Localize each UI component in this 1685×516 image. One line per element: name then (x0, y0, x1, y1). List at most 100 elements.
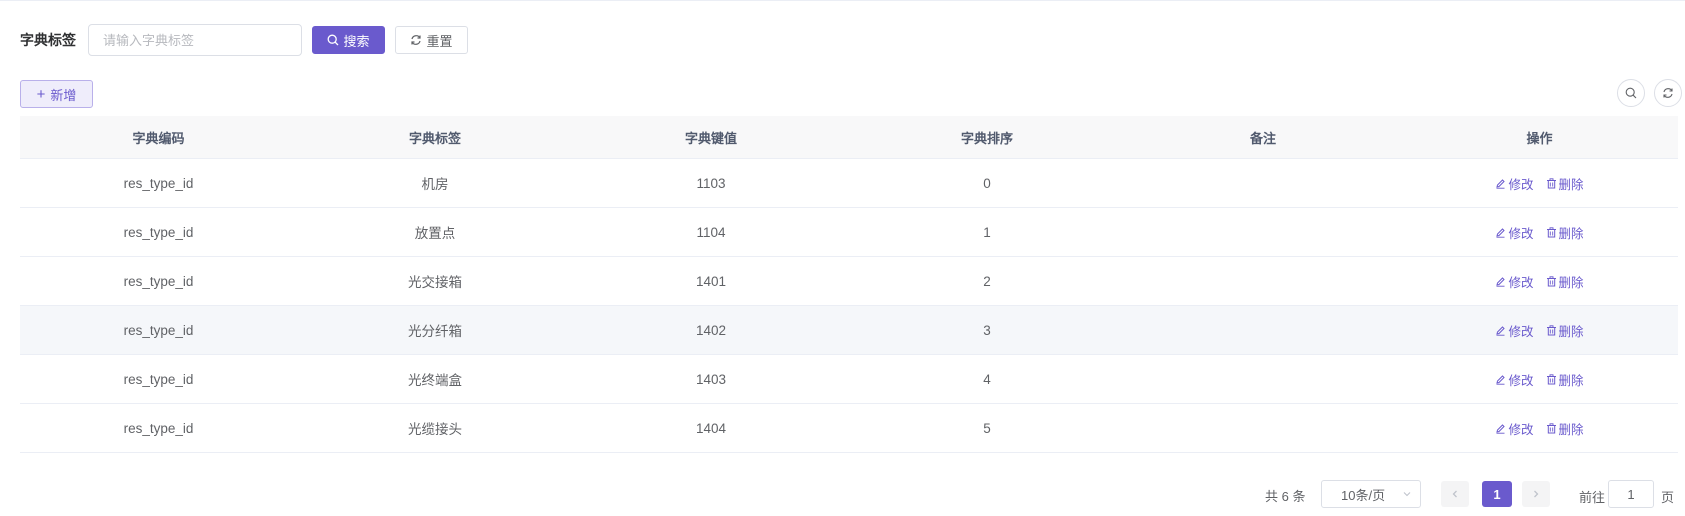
goto-page-input[interactable] (1608, 480, 1654, 508)
cell-label: 光终端盒 (408, 373, 462, 388)
dict-label-search-input[interactable] (88, 24, 302, 56)
column-header-label: 字典标签 (408, 130, 461, 146)
refresh-icon (411, 35, 422, 45)
cell-value: 1403 (695, 371, 727, 387)
reset-button-label: 重置 (426, 33, 453, 49)
cell-label: 放置点 (414, 226, 456, 241)
delete-button[interactable]: 删除 (1546, 370, 1584, 389)
trash-icon (1546, 177, 1556, 188)
edit-icon (1496, 178, 1506, 189)
pagination-total: 共 6 条 (1265, 489, 1306, 504)
page-number-current[interactable]: 1 (1482, 481, 1512, 507)
edit-button[interactable]: 修改 (1495, 174, 1534, 193)
delete-label: 删除 (1558, 422, 1584, 437)
cell-code: res_type_id (123, 224, 194, 240)
page-size-select[interactable]: 10条/页 (1321, 480, 1421, 508)
refresh-icon (1663, 88, 1673, 98)
cell-sort: 0 (983, 175, 991, 191)
cell-sort: 4 (983, 371, 991, 387)
next-page-button[interactable] (1522, 481, 1550, 507)
cell-value: 1104 (696, 224, 726, 240)
edit-icon (1496, 325, 1506, 336)
trash-icon (1546, 324, 1556, 335)
edit-button[interactable]: 修改 (1495, 223, 1534, 242)
table-row: res_type_id 放置点 1104 1 修改 删除 (20, 208, 1678, 257)
cell-code: res_type_id (123, 175, 194, 191)
delete-label: 删除 (1558, 177, 1584, 192)
cell-value: 1103 (696, 175, 726, 191)
delete-label: 删除 (1558, 373, 1584, 388)
cell-label: 光分纤箱 (408, 324, 462, 339)
trash-icon (1546, 275, 1556, 286)
table-row: res_type_id 光缆接头 1404 5 修改 删除 (20, 404, 1678, 453)
add-button[interactable]: + 新增 (20, 80, 93, 108)
cell-actions: 修改 删除 (1401, 223, 1678, 242)
cell-value: 1404 (695, 420, 727, 436)
table-row: res_type_id 光终端盒 1403 4 修改 删除 (20, 355, 1678, 404)
search-form: 字典标签 搜索 重置 (20, 24, 468, 56)
cell-code: res_type_id (123, 322, 194, 338)
column-header-value: 字典键值 (684, 130, 737, 146)
cell-label: 光缆接头 (408, 422, 462, 437)
cell-actions: 修改 删除 (1401, 321, 1678, 340)
delete-label: 删除 (1558, 226, 1584, 241)
search-button[interactable]: 搜索 (312, 26, 385, 54)
chevron-down-icon (1403, 492, 1411, 497)
column-header-sort: 字典排序 (960, 130, 1013, 146)
cell-actions: 修改 删除 (1401, 174, 1678, 193)
chevron-right-icon (1534, 490, 1539, 498)
cell-label: 光交接箱 (408, 275, 462, 290)
delete-button[interactable]: 删除 (1546, 174, 1584, 193)
table-header: 字典编码 字典标签 字典键值 字典排序 备注 操作 (20, 116, 1678, 159)
cell-code: res_type_id (123, 371, 194, 387)
edit-button[interactable]: 修改 (1495, 321, 1534, 340)
cell-sort: 5 (983, 420, 991, 436)
trash-icon (1546, 422, 1556, 433)
column-header-code: 字典编码 (132, 130, 185, 146)
table-body: res_type_id 机房 1103 0 修改 删除 res_type_id 放置点 1104… (20, 159, 1678, 453)
edit-icon (1496, 423, 1506, 434)
table-row: res_type_id 机房 1103 0 修改 删除 (20, 159, 1678, 208)
search-label: 字典标签 (20, 32, 76, 48)
cell-code: res_type_id (123, 420, 194, 436)
toggle-search-button[interactable] (1617, 79, 1645, 107)
delete-button[interactable]: 删除 (1546, 419, 1584, 438)
edit-label: 修改 (1508, 373, 1534, 388)
cell-label: 机房 (421, 177, 449, 192)
cell-sort: 2 (983, 273, 991, 289)
edit-label: 修改 (1508, 275, 1534, 290)
reset-button[interactable]: 重置 (395, 26, 468, 54)
search-button-label: 搜索 (343, 33, 370, 49)
trash-icon (1546, 373, 1556, 384)
column-header-remark: 备注 (1249, 130, 1276, 146)
search-icon (1625, 87, 1637, 99)
edit-label: 修改 (1508, 226, 1534, 241)
chevron-left-icon (1452, 490, 1457, 498)
plus-icon: + (36, 85, 46, 103)
cell-sort: 1 (983, 224, 991, 240)
refresh-table-button[interactable] (1654, 79, 1682, 107)
delete-button[interactable]: 删除 (1546, 321, 1584, 340)
cell-value: 1402 (695, 322, 727, 338)
edit-label: 修改 (1508, 422, 1534, 437)
edit-icon (1496, 276, 1506, 287)
delete-label: 删除 (1558, 324, 1584, 339)
table-row: res_type_id 光分纤箱 1402 3 修改 删除 (20, 306, 1678, 355)
top-divider (0, 0, 1685, 1)
delete-button[interactable]: 删除 (1546, 223, 1584, 242)
cell-sort: 3 (983, 322, 991, 338)
page-size-value: 10条/页 (1341, 487, 1386, 503)
goto-suffix: 页 (1661, 490, 1675, 505)
prev-page-button[interactable] (1441, 481, 1469, 507)
edit-button[interactable]: 修改 (1495, 419, 1534, 438)
cell-actions: 修改 删除 (1401, 370, 1678, 389)
dict-data-table: 字典编码 字典标签 字典键值 字典排序 备注 操作 res_type_id 机房 1… (20, 116, 1678, 453)
delete-button[interactable]: 删除 (1546, 272, 1584, 291)
cell-code: res_type_id (123, 273, 194, 289)
trash-icon (1546, 226, 1556, 237)
edit-button[interactable]: 修改 (1495, 272, 1534, 291)
delete-label: 删除 (1558, 275, 1584, 290)
edit-label: 修改 (1508, 177, 1534, 192)
add-button-label: 新增 (50, 87, 77, 103)
edit-button[interactable]: 修改 (1495, 370, 1534, 389)
